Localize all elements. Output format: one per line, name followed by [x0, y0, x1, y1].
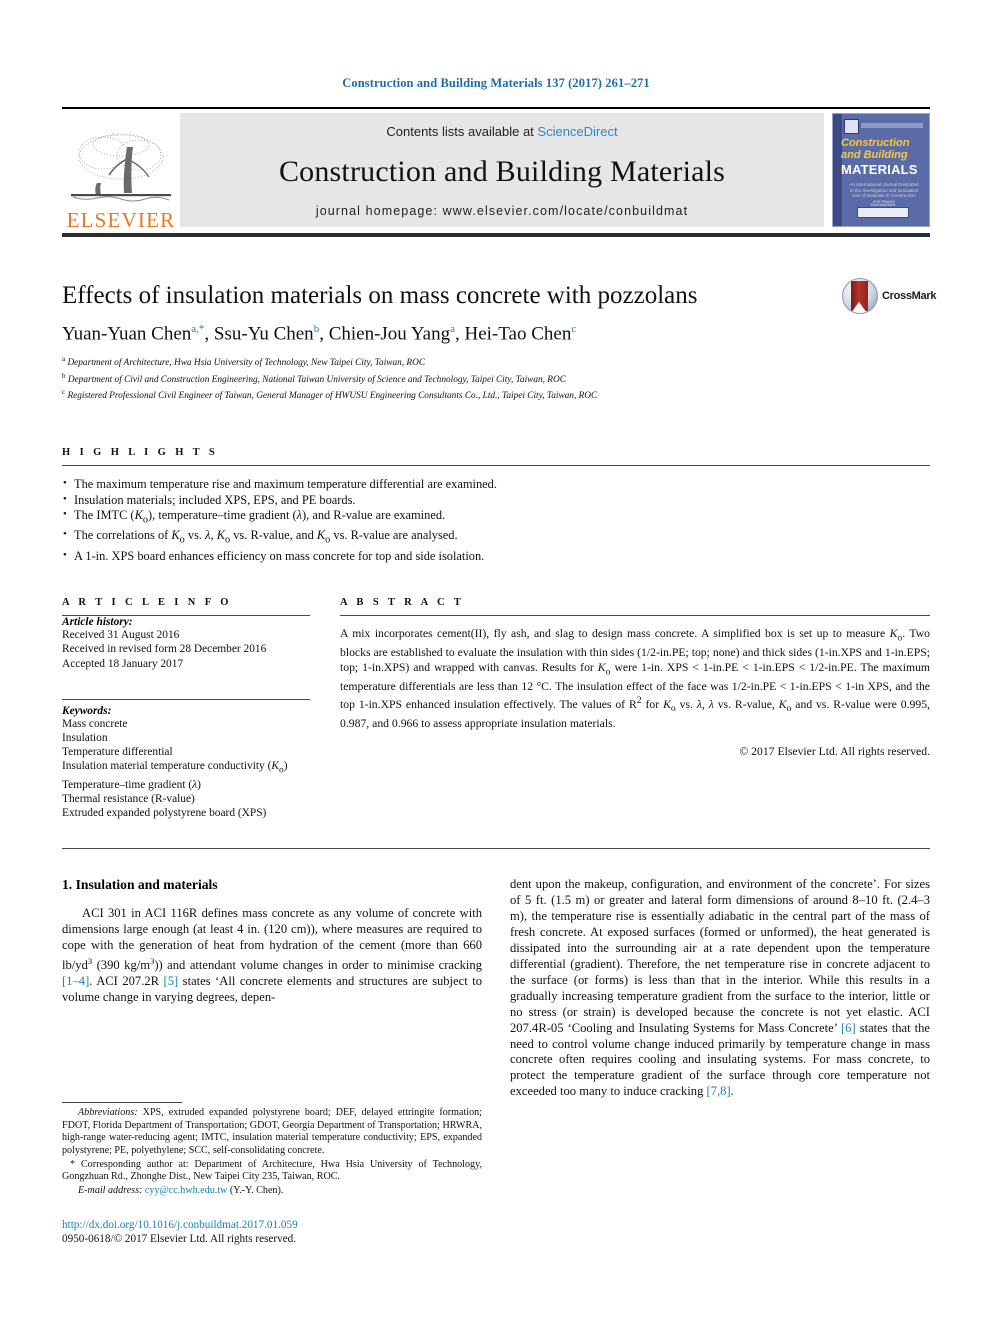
cover-title-line3: MATERIALS: [841, 162, 918, 177]
cover-title-line1: Construction: [841, 137, 910, 149]
abstract-column: A B S T R A C T A mix incorporates cemen…: [340, 597, 930, 820]
article-info-column: A R T I C L E I N F O Article history: R…: [62, 597, 310, 820]
elsevier-logo: ELSEVIER: [62, 109, 180, 231]
affiliation-marker-b: b: [62, 371, 66, 380]
footnote-corresponding-author: * Corresponding author at: Department of…: [62, 1158, 482, 1183]
history-received: Received 31 August 2016: [62, 629, 180, 642]
list-item: Insulation materials; included XPS, EPS,…: [62, 492, 930, 509]
issn-copyright: 0950-0618/© 2017 Elsevier Ltd. All right…: [62, 1232, 297, 1245]
cover-top-line: [861, 123, 923, 128]
keyword-item: Extruded expanded polystyrene board (XPS…: [62, 807, 267, 820]
contents-prefix: Contents lists available at: [386, 124, 538, 139]
affiliation-marker-c: c: [62, 387, 66, 396]
contents-available-line: Contents lists available at ScienceDirec…: [386, 124, 617, 139]
affiliation-text-a: Department of Architecture, Hwa Hsia Uni…: [67, 358, 426, 369]
footnote-block: Abbreviations: XPS, extruded expanded po…: [62, 1102, 482, 1197]
crossmark-badge[interactable]: CrossMark: [842, 275, 936, 317]
journal-masthead: ELSEVIER Contents lists available at Sci…: [62, 107, 930, 231]
paper-page: Construction and Building Materials 137 …: [0, 0, 992, 1323]
list-item: The correlations of Ko vs. λ, Ko vs. R-v…: [62, 527, 930, 548]
keywords-title: Keywords:: [62, 704, 112, 717]
list-item: The IMTC (Ko), temperature–time gradient…: [62, 507, 930, 528]
body-paragraph-left: ACI 301 in ACI 116R defines mass concret…: [62, 906, 482, 1005]
keyword-item: Temperature–time gradient (λ): [62, 778, 201, 791]
page-title: Effects of insulation materials on mass …: [62, 282, 698, 309]
body-column-left: 1. Insulation and materials ACI 301 in A…: [62, 877, 482, 1197]
abstract-rule: [340, 615, 930, 617]
affiliation-list: a Department of Architecture, Hwa Hsia U…: [62, 353, 930, 402]
keyword-item: Mass concrete: [62, 717, 128, 730]
keywords-rule: [62, 698, 310, 700]
footnote-email[interactable]: E-mail address: cyy@cc.hwh.edu.tw (Y.-Y.…: [62, 1185, 482, 1198]
highlights-list: The maximum temperature rise and maximum…: [62, 476, 930, 565]
abstract-copyright: © 2017 Elsevier Ltd. All rights reserved…: [739, 744, 930, 758]
history-revised: Received in revised form 28 December 201…: [62, 643, 267, 656]
body-top-rule: [62, 848, 930, 850]
list-item: A 1-in. XPS board enhances efficiency on…: [62, 548, 930, 565]
journal-homepage[interactable]: journal homepage: www.elsevier.com/locat…: [316, 204, 688, 218]
affiliation-marker-a: a: [62, 355, 66, 364]
sciencedirect-link[interactable]: ScienceDirect: [537, 124, 617, 139]
info-abstract-row: A R T I C L E I N F O Article history: R…: [62, 597, 930, 820]
body-paragraph-right: dent upon the makeup, configuration, and…: [510, 877, 930, 1099]
keywords-block: Keywords: Mass concrete Insulation Tempe…: [62, 698, 310, 821]
abstract-heading: A B S T R A C T: [340, 597, 465, 609]
highlights-rule: [62, 465, 930, 467]
title-block: CrossMark Effects of insulation material…: [62, 278, 936, 402]
author-list: Yuan-Yuan Chena,*, Ssu-Yu Chenb, Chien-J…: [62, 323, 577, 345]
journal-title: Construction and Building Materials: [278, 154, 726, 188]
keyword-item: Insulation material temperature conducti…: [62, 760, 288, 776]
affiliation-a: a Department of Architecture, Hwa Hsia U…: [62, 353, 930, 369]
cover-blurb: An International Journal Dedicated to th…: [849, 182, 919, 204]
affiliation-text-c: Registered Professional Civil Engineer o…: [67, 391, 598, 402]
affiliation-c: c Registered Professional Civil Engineer…: [62, 386, 930, 402]
doi-link[interactable]: http://dx.doi.org/10.1016/j.conbuildmat.…: [62, 1219, 482, 1233]
highlights-section: H I G H L I G H T S The maximum temperat…: [62, 447, 930, 564]
elsevier-tree-icon: [71, 133, 171, 202]
affiliation-b: b Department of Civil and Construction E…: [62, 370, 930, 386]
article-info-heading: A R T I C L E I N F O: [62, 597, 232, 609]
footnote-rule: [62, 1102, 182, 1104]
abstract-body: A mix incorporates cement(II), fly ash, …: [340, 627, 930, 730]
affiliation-text-b: Department of Civil and Construction Eng…: [67, 374, 566, 385]
keyword-item: Insulation: [62, 731, 108, 744]
crossmark-label: CrossMark: [882, 290, 937, 302]
cover-title-line2: and Building: [841, 149, 908, 161]
body-column-right: dent upon the makeup, configuration, and…: [510, 877, 930, 1197]
footnote-abbreviations: Abbreviations: XPS, extruded expanded po…: [62, 1107, 482, 1157]
article-history-title: Article history:: [62, 616, 133, 629]
page-footer: http://dx.doi.org/10.1016/j.conbuildmat.…: [62, 1219, 482, 1246]
crossmark-icon: [842, 278, 878, 314]
masthead-bottom-rule: [62, 233, 930, 237]
elsevier-wordmark: ELSEVIER: [66, 208, 176, 232]
journal-cover-thumbnail: Construction and Building MATERIALS An I…: [832, 113, 930, 227]
cover-logo-square: [844, 119, 859, 134]
body-columns: 1. Insulation and materials ACI 301 in A…: [62, 877, 930, 1197]
list-item: The maximum temperature rise and maximum…: [62, 476, 930, 493]
article-history: Article history: Received 31 August 2016…: [62, 616, 310, 671]
section-heading-1: 1. Insulation and materials: [62, 877, 218, 893]
journal-band: Contents lists available at ScienceDirec…: [180, 113, 824, 227]
running-head: Construction and Building Materials 137 …: [342, 76, 650, 90]
cover-footer-box: [857, 207, 909, 218]
highlights-heading: H I G H L I G H T S: [62, 447, 219, 459]
keyword-item: Thermal resistance (R-value): [62, 793, 195, 806]
history-accepted: Accepted 18 January 2017: [62, 657, 184, 670]
keyword-item: Temperature differential: [62, 746, 173, 759]
